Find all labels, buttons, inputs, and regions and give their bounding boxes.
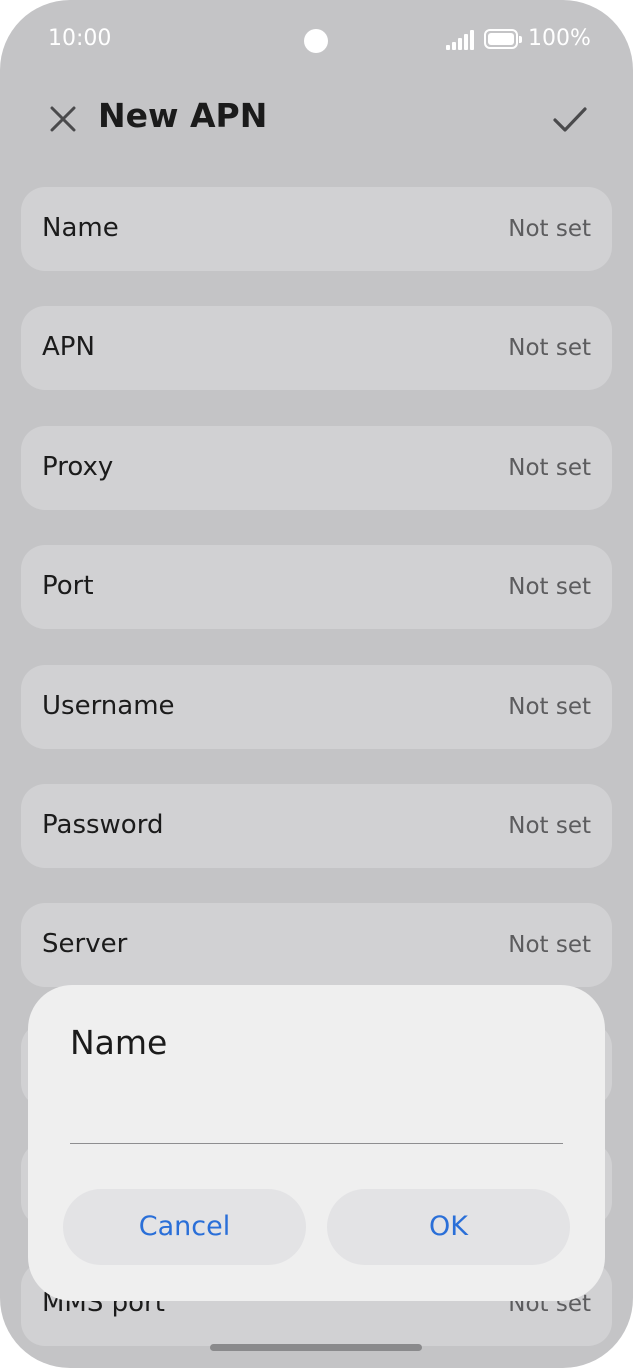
signal-icon: [446, 30, 476, 50]
row-label: Proxy: [42, 452, 114, 482]
home-indicator[interactable]: [210, 1344, 422, 1351]
row-label: Server: [42, 929, 128, 959]
ok-button[interactable]: OK: [327, 1189, 570, 1265]
row-value: Not set: [508, 813, 591, 839]
setting-row-username[interactable]: Username Not set: [21, 665, 612, 749]
row-label: Password: [42, 810, 164, 840]
checkmark-icon: [553, 107, 587, 132]
setting-row-server[interactable]: Server Not set: [21, 903, 612, 987]
battery-icon: [484, 29, 522, 51]
close-button[interactable]: [44, 100, 82, 138]
row-label: Name: [42, 213, 119, 243]
close-icon: [50, 106, 76, 132]
row-label: Username: [42, 691, 175, 721]
camera-cutout: [304, 29, 328, 53]
name-input[interactable]: [70, 1101, 563, 1144]
row-value: Not set: [508, 335, 591, 361]
setting-row-apn[interactable]: APN Not set: [21, 306, 612, 390]
setting-row-proxy[interactable]: Proxy Not set: [21, 426, 612, 510]
setting-row-password[interactable]: Password Not set: [21, 784, 612, 868]
dialog-title: Name: [70, 1023, 168, 1062]
row-value: Not set: [508, 694, 591, 720]
top-app-bar: New APN: [0, 86, 633, 152]
setting-row-port[interactable]: Port Not set: [21, 545, 612, 629]
row-value: Not set: [508, 455, 591, 481]
status-bar: 10:00 100%: [0, 0, 633, 80]
status-time: 10:00: [48, 26, 112, 51]
page-title: New APN: [98, 96, 268, 135]
row-value: Not set: [508, 932, 591, 958]
cancel-button[interactable]: Cancel: [63, 1189, 306, 1265]
row-label: APN: [42, 332, 95, 362]
name-dialog: Name Cancel OK: [28, 985, 605, 1301]
phone-screen: 10:00 100% New APN Name Not set APN Not …: [0, 0, 633, 1368]
row-label: Port: [42, 571, 94, 601]
confirm-button[interactable]: [549, 98, 591, 140]
row-value: Not set: [508, 574, 591, 600]
row-value: Not set: [508, 216, 591, 242]
battery-percent: 100%: [528, 26, 591, 51]
setting-row-name[interactable]: Name Not set: [21, 187, 612, 271]
